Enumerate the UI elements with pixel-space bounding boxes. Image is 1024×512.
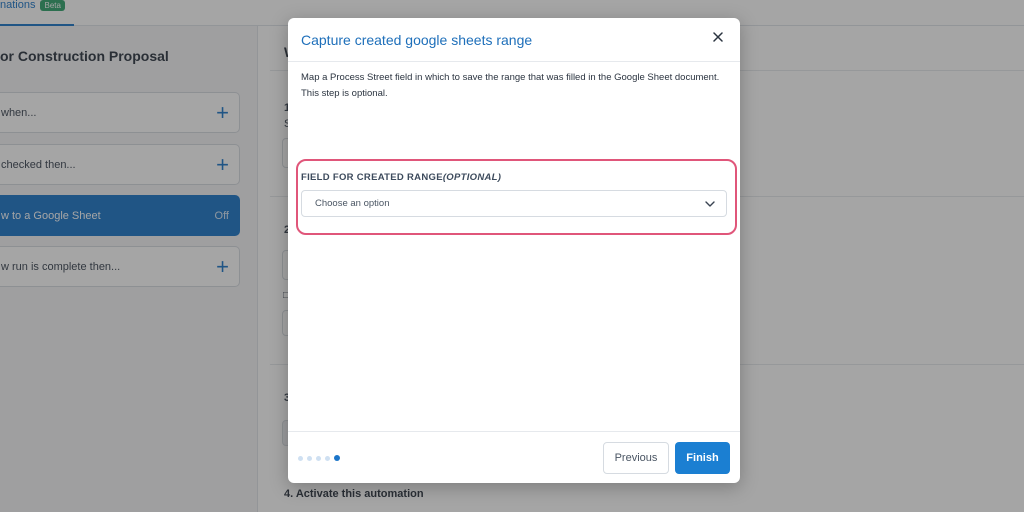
step-dot <box>298 455 303 461</box>
chevron-down-icon <box>705 200 715 207</box>
step-dot <box>325 455 330 461</box>
modal-footer: Previous Finish <box>288 431 740 483</box>
step-dot-active <box>334 455 340 461</box>
step-indicator <box>298 455 340 461</box>
close-icon <box>713 32 723 42</box>
select-value: Choose an option <box>315 198 390 209</box>
previous-button[interactable]: Previous <box>603 442 669 474</box>
created-range-select[interactable]: Choose an option <box>301 190 727 217</box>
capture-range-modal: Capture created google sheets range Map … <box>288 18 740 483</box>
modal-header: Capture created google sheets range <box>288 18 740 62</box>
modal-title: Capture created google sheets range <box>301 32 533 48</box>
finish-button[interactable]: Finish <box>675 442 730 474</box>
close-button[interactable] <box>708 27 728 47</box>
field-label: FIELD FOR CREATED RANGE(OPTIONAL) <box>301 172 501 183</box>
step-dot <box>307 455 312 461</box>
step-dot <box>316 455 321 461</box>
modal-description: Map a Process Street field in which to s… <box>301 72 720 99</box>
field-label-text: FIELD FOR CREATED RANGE <box>301 172 443 183</box>
field-label-optional: (OPTIONAL) <box>442 172 502 183</box>
